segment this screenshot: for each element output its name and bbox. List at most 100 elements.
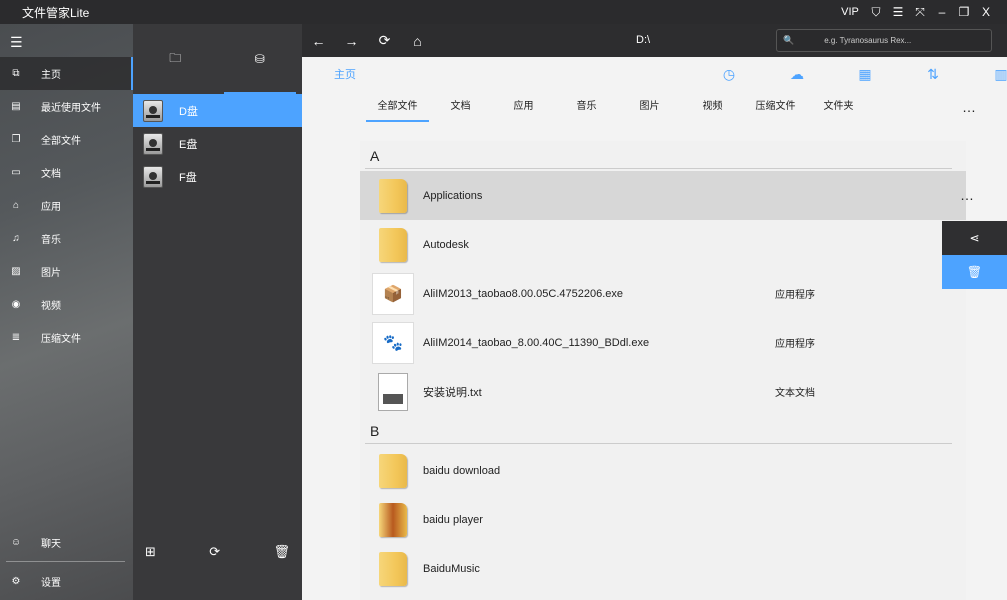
drive-tools: ⊞ ⟳ 🗑 xyxy=(133,544,302,560)
title-bar: 文件管家Lite VIP ⛉ ☰ ⤧ – ❐ X xyxy=(0,0,1007,24)
tab-apps[interactable]: 应用 xyxy=(492,97,555,120)
music-folder-icon xyxy=(379,551,407,586)
list-item[interactable]: BaiduMusic xyxy=(360,544,966,593)
chat-icon: ☺ xyxy=(10,536,22,548)
sidebar-item-label: 聊天 xyxy=(41,538,61,550)
list-item[interactable]: baidu download xyxy=(360,446,966,495)
clock-icon[interactable]: ◷ xyxy=(695,66,763,83)
file-name: Applications xyxy=(423,189,483,202)
app-title: 文件管家Lite xyxy=(22,5,90,20)
vip-button[interactable]: VIP xyxy=(835,6,865,18)
sidebar-item-home[interactable]: ⧉ 主页 xyxy=(0,57,133,90)
text-file-icon xyxy=(378,372,408,411)
drive-item-f[interactable]: F盘 xyxy=(133,160,302,193)
drive-item-e[interactable]: E盘 xyxy=(133,127,302,160)
sidebar-item-pictures[interactable]: ▨ 图片 xyxy=(0,255,133,288)
calendar-icon[interactable]: ▦ xyxy=(831,66,899,83)
list-item[interactable]: 🐾 AliIM2014_taobao_8.00.40C_11390_BDdl.e… xyxy=(360,318,966,367)
installer-icon: 📦 xyxy=(372,272,414,315)
tab-folders[interactable]: 文件夹 xyxy=(807,97,870,120)
restore-icon[interactable]: ❐ xyxy=(953,5,975,19)
share-icon[interactable]: ⋖ xyxy=(942,221,1007,255)
sidebar-item-label: 应用 xyxy=(41,202,61,213)
back-icon[interactable]: ← xyxy=(302,33,335,49)
document-icon: ▭ xyxy=(11,167,21,178)
file-type: 应用程序 xyxy=(775,290,815,301)
tab-music[interactable]: 音乐 xyxy=(555,97,618,120)
sidebar-item-archives[interactable]: ≣ 压缩文件 xyxy=(0,321,133,354)
tab-videos[interactable]: 视频 xyxy=(681,97,744,120)
sidebar-item-apps[interactable]: ⌂ 应用 xyxy=(0,189,133,222)
home-icon[interactable]: ⌂ xyxy=(401,33,434,49)
sidebar-item-label: 主页 xyxy=(41,70,61,81)
shirt-icon[interactable]: ⛉ xyxy=(865,5,887,20)
sidebar-item-recent[interactable]: ▤ 最近使用文件 xyxy=(0,90,133,123)
file-type: 应用程序 xyxy=(775,339,815,350)
drive-icon: ⛁ xyxy=(254,52,265,66)
add-icon[interactable]: ⊞ xyxy=(145,544,156,560)
video-icon: ◉ xyxy=(11,299,21,310)
drive-label: E盘 xyxy=(179,138,198,151)
row-more-button[interactable]: … xyxy=(960,187,975,203)
app-folder-icon xyxy=(379,178,407,213)
tab-archives[interactable]: 压缩文件 xyxy=(744,97,807,120)
recent-icon: ▤ xyxy=(11,101,21,112)
tab-drives[interactable]: ⛁ xyxy=(218,24,303,94)
hard-drive-icon xyxy=(143,165,163,188)
path-display: D:\ xyxy=(636,34,651,46)
trash-icon[interactable]: 🗑 xyxy=(273,544,290,560)
grid-view-icon[interactable]: ▥ xyxy=(967,66,1007,83)
forward-icon[interactable]: → xyxy=(335,33,368,49)
list-item[interactable]: Applications … xyxy=(360,171,974,220)
sidebar-item-videos[interactable]: ◉ 视频 xyxy=(0,288,133,321)
refresh-icon[interactable]: ⟳ xyxy=(368,32,401,49)
more-tabs-button[interactable]: … xyxy=(962,99,977,115)
tab-documents[interactable]: 文档 xyxy=(429,97,492,120)
cloud-download-icon[interactable]: ☁ xyxy=(763,66,831,83)
drive-label: D盘 xyxy=(179,105,198,118)
sidebar-item-documents[interactable]: ▭ 文档 xyxy=(0,156,133,189)
close-button[interactable]: X xyxy=(975,5,997,19)
file-name: baidu player xyxy=(423,513,483,526)
sidebar-item-label: 设置 xyxy=(41,577,61,589)
list-item[interactable]: 📦 AliIM2013_taobao8.00.05C.4752206.exe 应… xyxy=(360,269,966,318)
sidebar-item-label: 最近使用文件 xyxy=(41,103,101,114)
sidebar-item-music[interactable]: ♫ 音乐 xyxy=(0,222,133,255)
minimize-icon[interactable]: – xyxy=(931,5,953,19)
menu-icon[interactable]: ☰ xyxy=(887,5,909,19)
drive-tabs: 🗀 ⛁ xyxy=(133,24,302,94)
list-item[interactable]: 安装说明.txt 文本文档 xyxy=(360,367,966,416)
settings-icon: ⚙ xyxy=(11,575,21,587)
row-actions: ⋖ 🗑 xyxy=(942,221,1007,289)
sidebar-item-label: 图片 xyxy=(41,268,61,279)
group-header: B xyxy=(360,416,966,446)
baidu-paw-icon: 🐾 xyxy=(372,321,414,364)
breadcrumb[interactable]: 主页 xyxy=(334,66,356,82)
sidebar: ☰ ⧉ 主页 ▤ 最近使用文件 ❐ 全部文件 ▭ 文档 ⌂ 应用 ♫ 音乐 ▨ 图片 ◉ 视频 … xyxy=(0,24,133,600)
all-files-icon: ❐ xyxy=(11,134,21,145)
picture-icon: ▨ xyxy=(11,266,21,277)
sidebar-item-settings[interactable]: ⚙ 设置 xyxy=(0,562,133,600)
drive-item-d[interactable]: D盘 xyxy=(133,94,302,127)
delete-icon[interactable]: 🗑 xyxy=(942,255,1007,289)
compress-icon[interactable]: ⤧ xyxy=(909,5,931,20)
sidebar-item-chat[interactable]: ☺ 聊天 xyxy=(0,523,133,561)
refresh-icon[interactable]: ⟳ xyxy=(209,544,220,560)
hamburger-icon[interactable]: ☰ xyxy=(10,34,23,51)
tab-pictures[interactable]: 图片 xyxy=(618,97,681,120)
list-item[interactable]: Autodesk xyxy=(360,220,966,269)
list-item[interactable]: baidu player xyxy=(360,495,966,544)
file-name: AliIM2013_taobao8.00.05C.4752206.exe xyxy=(423,287,623,300)
sidebar-item-all-files[interactable]: ❐ 全部文件 xyxy=(0,123,133,156)
sort-icon[interactable]: ⇅ xyxy=(899,66,967,83)
group-header: A xyxy=(360,141,966,171)
search-input[interactable]: 🔍 e.g. Tyranosaurus Rex... xyxy=(776,29,992,52)
main-content: 主页 ◷ ☁ ▦ ⇅ ▥ 全部文件 文档 应用 音乐 图片 视频 压缩文件 文件… xyxy=(302,57,1007,600)
tab-folders[interactable]: 🗀 xyxy=(133,24,218,94)
sidebar-bottom: ☺ 聊天 ⚙ 设置 xyxy=(0,523,133,600)
tab-all-files[interactable]: 全部文件 xyxy=(366,97,429,122)
hard-drive-icon xyxy=(143,132,163,155)
sidebar-item-label: 音乐 xyxy=(41,235,61,246)
sidebar-nav: ⧉ 主页 ▤ 最近使用文件 ❐ 全部文件 ▭ 文档 ⌂ 应用 ♫ 音乐 ▨ 图片 ◉ 视频 ≣ 压… xyxy=(0,57,133,354)
folder-icon xyxy=(379,227,407,262)
